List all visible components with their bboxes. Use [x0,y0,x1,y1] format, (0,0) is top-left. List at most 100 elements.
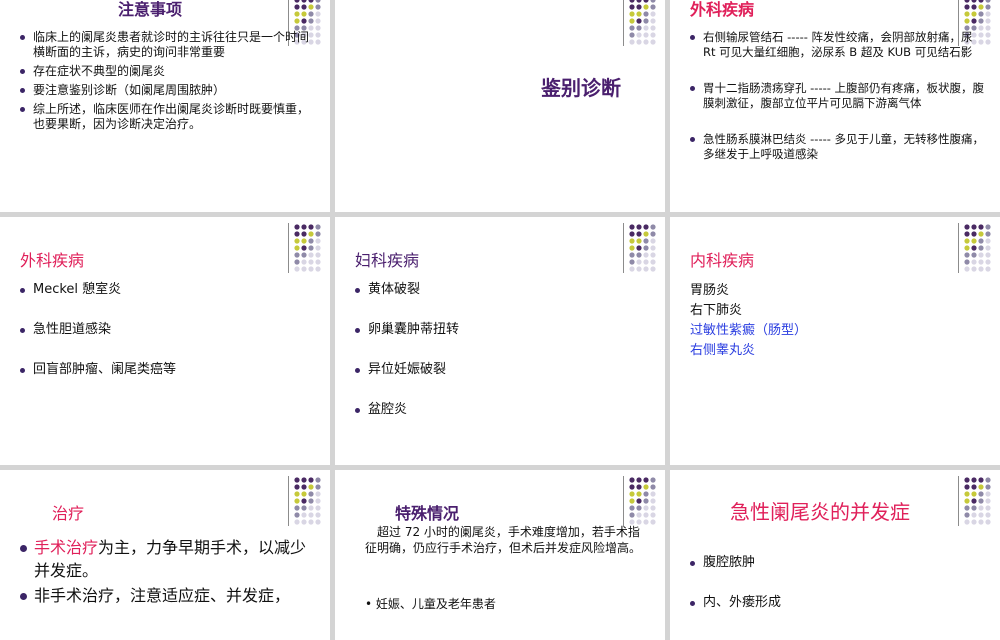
decoration-dot [643,252,649,258]
slide-title: 妇科疾病 [355,251,420,270]
list-item: 盆腔炎 [355,402,645,418]
decoration-dot [978,484,984,490]
decoration-dot [629,224,635,230]
decoration-dot [308,505,314,511]
decoration-dot [301,491,307,497]
list-item: 非手术治疗，注意适应症、并发症， [20,584,310,607]
slide-title: 外科疾病 [20,251,85,270]
decoration-dot [964,519,970,525]
slide-complications[interactable]: 急性阑尾炎的并发症 腹腔脓肿 内、外瘘形成 [670,470,1000,640]
decoration-dot [971,266,977,272]
decoration-dot [650,266,656,272]
decoration-dot [964,252,970,258]
decoration-dot [636,224,642,230]
slide-internal-diseases[interactable]: 内科疾病 胃肠炎 右下肺炎 过敏性紫癜（肠型） 右侧睾丸炎 [670,217,1000,465]
decoration-dot [643,25,649,31]
decoration-dot [978,238,984,244]
bullet-list: 腹腔脓肿 内、外瘘形成 [690,555,980,611]
bullet-list: 右侧输尿管结石 ----- 阵发性绞痛，会阴部放射痛，尿Rt 可见大量红细胞，泌… [690,30,985,162]
decoration-dot [636,39,642,45]
decoration-dot [978,519,984,525]
slide-special-cases[interactable]: 特殊情况 超过 72 小时的阑尾炎，手术难度增加，若手术指征明确，仍应行手术治疗… [335,470,665,640]
decoration-dot [985,11,991,17]
dot-grid-decoration [288,476,330,526]
decoration-dot [636,0,642,3]
list-item: 右下肺炎 [690,303,743,318]
decoration-dot [308,259,314,265]
decoration-dot [971,484,977,490]
bullet-list: 手术治疗为主，力争早期手术，以减少并发症。 非手术治疗，注意适应症、并发症， [20,536,310,607]
decoration-dot [315,484,321,490]
decoration-dot [964,224,970,230]
decoration-dot [294,498,300,504]
decoration-dot [308,484,314,490]
decoration-dot [315,266,321,272]
slide-treatment[interactable]: 治疗 手术治疗为主，力争早期手术，以减少并发症。 非手术治疗，注意适应症、并发症… [0,470,330,640]
decoration-dot [301,477,307,483]
decoration-dot [294,245,300,251]
slide-surgical-diseases-2[interactable]: 外科疾病 Meckel 憩室炎 急性胆道感染 回盲部肿瘤、阑尾类癌等 [0,217,330,465]
decoration-dot [294,231,300,237]
dot-grid-decoration [958,223,1000,273]
decoration-dot [978,231,984,237]
decoration-dot [308,245,314,251]
highlight-text: 手术治疗 [34,538,99,557]
decoration-dot [964,0,970,3]
decoration-dot [650,11,656,17]
partial-line: • 妊娠、儿童及老年患者 [365,597,496,611]
decoration-dot [650,512,656,518]
decoration-dot [294,259,300,265]
decoration-dot [294,238,300,244]
decoration-dot [964,18,970,24]
decoration-dot [315,0,321,3]
decoration-dot [971,224,977,230]
decoration-dot [964,484,970,490]
decoration-dot [971,477,977,483]
slide-differential-diagnosis[interactable]: 鉴别诊断 [335,0,665,212]
decoration-dot [301,245,307,251]
decoration-dot [636,477,642,483]
decoration-dot [643,519,649,525]
decoration-dot [636,505,642,511]
decoration-dot [971,498,977,504]
decoration-dot [650,484,656,490]
decoration-dot [971,512,977,518]
list-item: 急性肠系膜淋巴结炎 ----- 多见于儿童，无转移性腹痛，多继发于上呼吸道感染 [690,132,985,162]
decoration-dot [636,32,642,38]
decoration-dot [643,11,649,17]
decoration-dot [985,266,991,272]
decoration-dot [636,512,642,518]
decoration-dot [650,477,656,483]
decoration-dot [629,4,635,10]
decoration-dot [985,484,991,490]
decoration-dot [650,505,656,511]
list-item: 异位妊娠破裂 [355,362,645,378]
decoration-dot [643,498,649,504]
decoration-dot [985,0,991,3]
decoration-dot [650,238,656,244]
decoration-dot [315,259,321,265]
dot-grid-decoration [623,0,665,46]
slide-gynecologic-diseases[interactable]: 妇科疾病 黄体破裂 卵巢囊肿蒂扭转 异位妊娠破裂 盆腔炎 [335,217,665,465]
decoration-dot [978,11,984,17]
paragraph: 超过 72 小时的阑尾炎，手术难度增加，若手术指征明确，仍应行手术治疗，但术后并… [365,525,642,555]
slide-title: 特殊情况 [395,504,460,523]
decoration-dot [308,4,314,10]
decoration-dot [636,484,642,490]
slide-precautions[interactable]: 注意事项 临床上的阑尾炎患者就诊时的主诉往往只是一个时间横断面的主诉，病史的询问… [0,0,330,212]
decoration-dot [985,252,991,258]
decoration-dot [964,11,970,17]
decoration-dot [294,18,300,24]
decoration-dot [629,491,635,497]
decoration-dot [964,505,970,511]
decoration-dot [301,224,307,230]
decoration-dot [629,484,635,490]
decoration-dot [985,512,991,518]
decoration-dot [964,498,970,504]
decoration-dot [643,477,649,483]
slide-surgical-diseases-1[interactable]: 外科疾病 右侧输尿管结石 ----- 阵发性绞痛，会阴部放射痛，尿Rt 可见大量… [670,0,1000,212]
list-item: 急性胆道感染 [20,322,310,338]
list-item: 右侧输尿管结石 ----- 阵发性绞痛，会阴部放射痛，尿Rt 可见大量红细胞，泌… [690,30,985,60]
decoration-dot [308,224,314,230]
list-item: 内、外瘘形成 [690,595,980,611]
